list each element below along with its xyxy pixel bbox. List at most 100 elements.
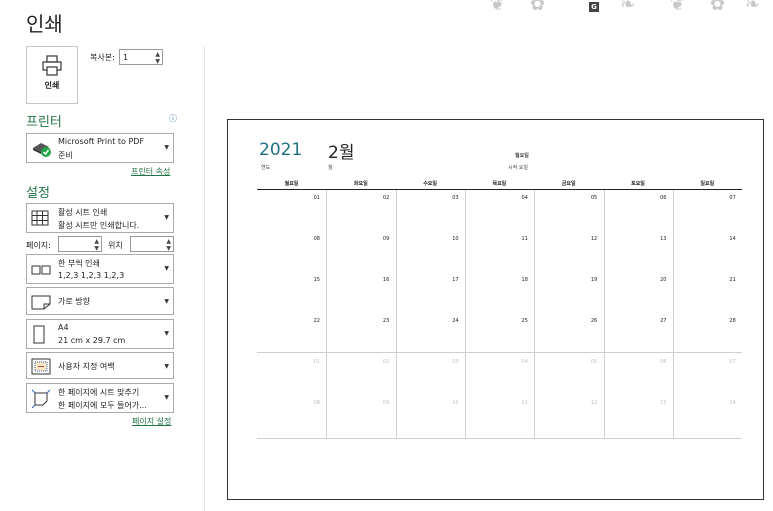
collate-desc: 1,2,3 1,2,3 1,2,3 bbox=[58, 271, 125, 280]
calendar-day: 28 bbox=[729, 318, 736, 324]
weekday-header: 일요일 bbox=[700, 181, 715, 187]
calendar-day: 01 bbox=[313, 359, 320, 365]
info-icon[interactable]: ⓘ bbox=[169, 113, 177, 124]
collate-label: 한 부씩 인쇄 bbox=[58, 259, 100, 268]
calendar-day: 02 bbox=[382, 359, 390, 365]
calendar-month-label: 월 bbox=[328, 165, 333, 171]
calendar-day: 03 bbox=[452, 195, 459, 201]
calendar-column-rule bbox=[464, 190, 466, 438]
calendar-day: 25 bbox=[521, 318, 528, 324]
calendar-day: 10 bbox=[452, 236, 459, 242]
calendar-row-rule bbox=[257, 352, 742, 353]
print-button[interactable]: 인쇄 bbox=[26, 46, 78, 104]
pages-to-label: 위치 bbox=[108, 241, 123, 250]
printer-icon bbox=[42, 55, 62, 76]
calendar-day: 05 bbox=[590, 359, 598, 365]
sheet-grid-icon bbox=[31, 210, 49, 226]
calendar-column-rule bbox=[672, 190, 674, 438]
printer-section-title: 프린터 bbox=[26, 115, 62, 130]
landscape-icon bbox=[31, 295, 51, 310]
chevron-down-icon: ▼ bbox=[164, 394, 169, 401]
calendar-day: 07 bbox=[729, 359, 736, 365]
calendar-day: 01 bbox=[313, 195, 320, 201]
calendar-day: 13 bbox=[660, 400, 667, 406]
chevron-down-icon: ▼ bbox=[164, 363, 169, 370]
calendar-day: 04 bbox=[521, 359, 528, 365]
calendar-column-rule bbox=[326, 190, 328, 438]
pages-label: 페이지: bbox=[26, 241, 51, 250]
pages-to-input[interactable]: ▲ ▼ bbox=[130, 236, 174, 252]
collate-icon bbox=[31, 265, 51, 275]
weekday-header: 토요일 bbox=[631, 181, 645, 187]
print-scope-dropdown[interactable]: 활성 시트 인쇄 활성 시트만 인쇄합니다. ▼ bbox=[26, 203, 174, 233]
chevron-down-icon: ▼ bbox=[164, 265, 169, 272]
calendar-day: 08 bbox=[313, 236, 320, 242]
scaling-label: 한 페이지에 시트 맞추기 bbox=[58, 388, 140, 397]
printer-properties-link[interactable]: 프린터 속성 bbox=[131, 166, 170, 177]
calendar-day: 22 bbox=[313, 318, 320, 324]
settings-section-title: 설정 bbox=[26, 186, 50, 201]
fit-page-icon bbox=[31, 389, 51, 409]
page-setup-link[interactable]: 페이지 설정 bbox=[132, 416, 171, 427]
calendar-column-rule bbox=[603, 190, 605, 438]
calendar-start-day: 월요일 bbox=[515, 153, 529, 159]
chevron-down-icon: ▼ bbox=[164, 214, 169, 221]
margins-dropdown[interactable]: 사용자 지정 여백 ▼ bbox=[26, 352, 174, 379]
panel-divider bbox=[204, 46, 205, 511]
calendar-day: 05 bbox=[590, 195, 598, 201]
copies-spinner[interactable]: ▲ ▼ bbox=[155, 51, 160, 65]
calendar-day: 24 bbox=[452, 318, 459, 324]
calendar-day: 14 bbox=[729, 400, 736, 406]
pages-to-spinner[interactable]: ▲ ▼ bbox=[166, 238, 171, 252]
weekday-header: 목요일 bbox=[492, 181, 507, 187]
calendar-day: 02 bbox=[382, 195, 390, 201]
calendar-day: 03 bbox=[452, 359, 459, 365]
printer-status: 준비 bbox=[58, 151, 73, 160]
calendar-day: 15 bbox=[313, 277, 320, 283]
calendar-year-label: 연도 bbox=[261, 165, 271, 171]
calendar-day: 07 bbox=[729, 195, 736, 201]
scaling-dropdown[interactable]: 한 페이지에 시트 맞추기 한 페이지에 모두 들어가... ▼ bbox=[26, 383, 174, 413]
calendar-day: 06 bbox=[660, 195, 667, 201]
calendar-day: 06 bbox=[660, 359, 667, 365]
calendar-day: 09 bbox=[382, 236, 390, 242]
calendar-column-rule bbox=[534, 190, 536, 438]
copies-input[interactable]: 1 ▲ ▼ bbox=[119, 49, 163, 65]
calendar-day: 17 bbox=[452, 277, 459, 283]
calendar-day: 21 bbox=[729, 277, 736, 283]
chevron-down-icon: ▼ bbox=[164, 330, 169, 337]
print-scope-desc: 활성 시트만 인쇄합니다. bbox=[58, 221, 140, 230]
weekday-header: 월요일 bbox=[284, 181, 299, 187]
printer-dropdown[interactable]: Microsoft Print to PDF 준비 ▼ bbox=[26, 133, 174, 163]
weekday-header: 금요일 bbox=[561, 181, 576, 187]
paper-size-dropdown[interactable]: A4 21 cm x 29.7 cm ▼ bbox=[26, 319, 174, 349]
print-preview-page: 2021 연도 2월 월 월요일 시작 요일 월요일 화요일 수요일 목요일 금요일 토요… bbox=[227, 119, 764, 500]
copies-label: 복사본: bbox=[90, 53, 115, 62]
calendar-day: 26 bbox=[590, 318, 598, 324]
calendar-day: 11 bbox=[521, 236, 528, 242]
calendar-day: 23 bbox=[382, 318, 390, 324]
printer-name: Microsoft Print to PDF bbox=[58, 137, 145, 146]
printer-status-icon bbox=[33, 143, 51, 157]
calendar-day: 12 bbox=[590, 400, 598, 406]
print-button-label: 인쇄 bbox=[44, 81, 60, 90]
calendar-day: 10 bbox=[452, 400, 459, 406]
decorative-banner: ❦ ✿ ❧ ❦ ✿ ❧ bbox=[490, 0, 761, 15]
pages-from-input[interactable]: ▲ ▼ bbox=[58, 236, 102, 252]
calendar-day: 18 bbox=[521, 277, 528, 283]
calendar-day: 11 bbox=[521, 400, 528, 406]
calendar-year: 2021 bbox=[259, 140, 303, 160]
scaling-desc: 한 페이지에 모두 들어가... bbox=[58, 401, 147, 410]
orientation-dropdown[interactable]: 가로 방향 ▼ bbox=[26, 287, 174, 315]
calendar-start-day-label: 시작 요일 bbox=[508, 165, 528, 171]
collate-dropdown[interactable]: 한 부씩 인쇄 1,2,3 1,2,3 1,2,3 ▼ bbox=[26, 254, 174, 284]
calendar-day: 16 bbox=[382, 277, 390, 283]
margins-icon bbox=[31, 358, 51, 375]
calendar-month: 2월 bbox=[328, 143, 355, 163]
margins-label: 사용자 지정 여백 bbox=[58, 362, 115, 371]
pages-from-spinner[interactable]: ▲ ▼ bbox=[94, 238, 99, 252]
weekday-header: 화요일 bbox=[353, 181, 368, 187]
copies-value: 1 bbox=[123, 53, 129, 62]
calendar-day: 04 bbox=[521, 195, 528, 201]
calendar-column-rule bbox=[395, 190, 397, 438]
